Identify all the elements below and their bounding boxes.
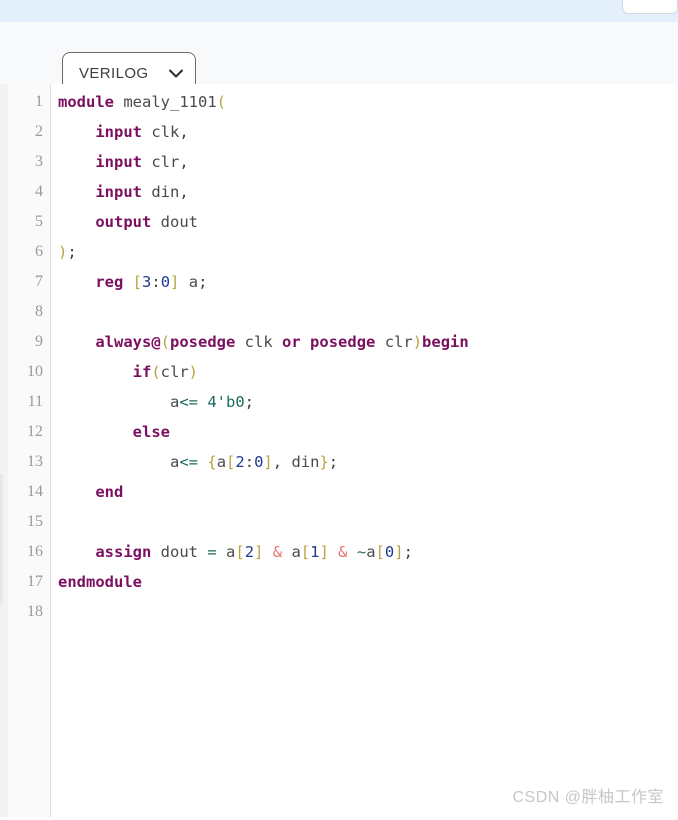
editor-left-strip: [0, 84, 8, 817]
code-line[interactable]: input clr,: [52, 147, 678, 177]
line-number: 16: [27, 543, 43, 560]
line-number: 18: [27, 603, 43, 620]
line-number: 12: [27, 423, 43, 440]
chevron-down-icon: [169, 69, 183, 78]
editor-toolbar: VERILOG: [0, 22, 678, 94]
code-line[interactable]: a<= 4'b0;: [52, 387, 678, 417]
line-number: 11: [27, 393, 43, 410]
code-line[interactable]: output dout: [52, 207, 678, 237]
code-editor[interactable]: 1 2 3 4 5 6 7 8 9 10 11 12 13 14 15 16 17 18 module mealy…: [0, 84, 678, 817]
line-number: 4: [35, 183, 43, 200]
code-line[interactable]: [52, 597, 678, 627]
top-status-band: [0, 0, 678, 22]
code-line[interactable]: );: [52, 237, 678, 267]
watermark: CSDN @胖柚工作室: [512, 789, 664, 806]
top-right-panel[interactable]: [622, 0, 678, 14]
line-number: 10: [27, 363, 43, 380]
line-number: 1: [35, 93, 43, 110]
line-number: 7: [35, 273, 43, 290]
line-number: 14: [27, 483, 43, 500]
line-number: 17: [27, 573, 43, 590]
code-line[interactable]: [52, 297, 678, 327]
line-number: 15: [27, 513, 43, 530]
code-line[interactable]: reg [3:0] a;: [52, 267, 678, 297]
code-line[interactable]: module mealy_1101(: [52, 87, 678, 117]
line-number: 8: [35, 303, 43, 320]
code-line[interactable]: always@(posedge clk or posedge clr)begin: [52, 327, 678, 357]
line-number: 5: [35, 213, 43, 230]
line-number: 13: [27, 453, 43, 470]
line-number: 6: [35, 243, 43, 260]
code-line[interactable]: end: [52, 477, 678, 507]
code-line[interactable]: a<= {a[2:0], din};: [52, 447, 678, 477]
code-line[interactable]: [52, 507, 678, 537]
line-number-gutter: 1 2 3 4 5 6 7 8 9 10 11 12 13 14 15 16 17 18: [8, 84, 51, 817]
code-line[interactable]: if(clr): [52, 357, 678, 387]
code-line[interactable]: assign dout = a[2] & a[1] & ~a[0];: [52, 537, 678, 567]
line-number: 3: [35, 153, 43, 170]
language-select-label: VERILOG: [79, 64, 149, 82]
line-number: 9: [35, 333, 43, 350]
code-content[interactable]: module mealy_1101( input clk, input clr,…: [52, 84, 678, 820]
code-line[interactable]: input clk,: [52, 117, 678, 147]
code-line[interactable]: input din,: [52, 177, 678, 207]
vertical-scrollbar[interactable]: [0, 474, 3, 604]
code-line[interactable]: else: [52, 417, 678, 447]
code-line[interactable]: endmodule: [52, 567, 678, 597]
line-number: 2: [35, 123, 43, 140]
